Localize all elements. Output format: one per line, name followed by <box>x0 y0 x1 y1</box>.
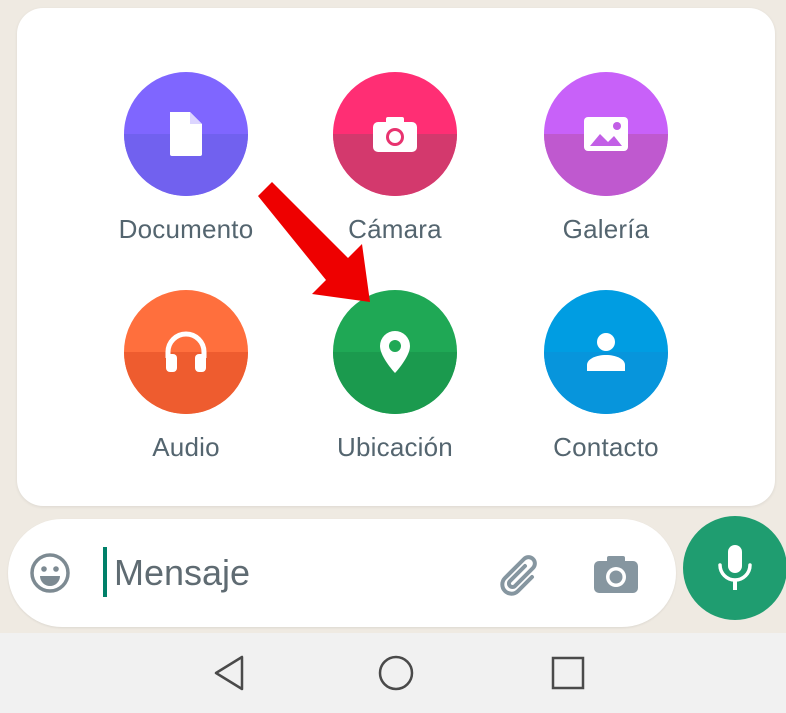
contact-icon-circle <box>544 290 668 414</box>
headphones-icon <box>165 331 207 372</box>
home-circle-icon[interactable] <box>374 651 418 695</box>
attach-contact-button[interactable]: Contacto <box>506 290 706 463</box>
attachment-panel: Documento Cámara Galería Audio Ubicación… <box>17 8 775 506</box>
location-icon-circle <box>333 290 457 414</box>
gallery-icon <box>584 117 628 151</box>
back-triangle-icon[interactable] <box>208 651 252 695</box>
attach-gallery-button[interactable]: Galería <box>506 72 706 245</box>
attach-gallery-label: Galería <box>562 214 650 244</box>
attach-audio-label: Audio <box>152 432 220 462</box>
microphone-icon <box>718 545 752 590</box>
attach-contact-label: Contacto <box>553 432 659 462</box>
message-input[interactable] <box>108 543 474 603</box>
attach-location-label: Ubicación <box>337 432 453 462</box>
message-composer <box>8 519 676 627</box>
recents-square-icon[interactable] <box>546 651 590 695</box>
microphone-button[interactable] <box>683 516 786 620</box>
system-navigation-bar <box>0 633 786 713</box>
contact-person-icon <box>587 333 625 371</box>
document-icon-circle <box>124 72 248 196</box>
red-arrow-annotation <box>258 182 370 302</box>
document-icon <box>170 112 202 156</box>
attach-location-button[interactable]: Ubicación <box>295 290 495 463</box>
attach-audio-button[interactable]: Audio <box>86 290 286 463</box>
headphones-icon-circle <box>124 290 248 414</box>
text-cursor <box>103 547 107 597</box>
paperclip-icon[interactable] <box>494 547 548 601</box>
gallery-icon-circle <box>544 72 668 196</box>
emoji-icon[interactable] <box>28 551 72 595</box>
attach-document-label: Documento <box>118 214 254 244</box>
camera-icon <box>373 117 417 152</box>
camera-icon[interactable] <box>591 549 641 599</box>
location-pin-icon <box>380 331 410 373</box>
